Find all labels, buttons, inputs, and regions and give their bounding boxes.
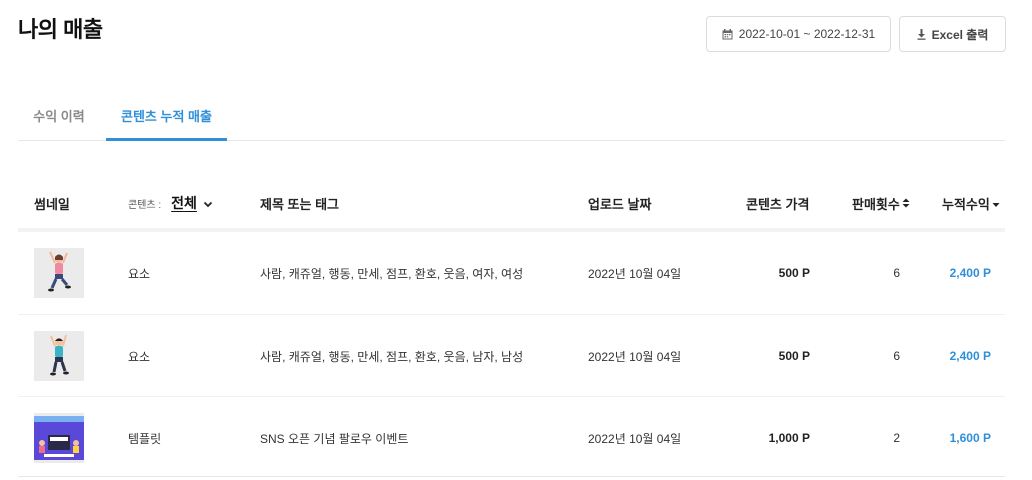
tab-bar: 수익 이력 콘텐츠 누적 매출 [18,90,1005,141]
content-price: 500 P [778,266,810,280]
sales-table: 썸네일 콘텐츠 : 전체 제목 또는 태그 업로드 날짜 콘텐츠 가격 판매횟수… [18,178,1005,478]
header-price: 콘텐츠 가격 [746,196,810,212]
excel-export-button[interactable]: Excel 출력 [899,16,1006,52]
header-sales-count: 판매횟수 [852,196,900,212]
content-price: 1,000 P [768,431,810,445]
filter-value: 전체 [171,195,197,211]
table-row[interactable]: 요소 사람, 캐쥬얼, 행동, 만세, 점프, 환호, 웃음, 여자, 여성 2… [18,232,1005,314]
content-type: 템플릿 [128,431,162,446]
table-bottom-divider [18,476,1005,477]
tab-revenue-history[interactable]: 수익 이력 [18,90,100,140]
woman-jumping-illustration [34,248,84,298]
date-range-button[interactable]: 2022-10-01 ~ 2022-12-31 [706,16,891,52]
table-body: 요소 사람, 캐쥬얼, 행동, 만세, 점프, 환호, 웃음, 여자, 여성 2… [18,228,1005,478]
cumulative-revenue: 1,600 P [949,431,991,445]
date-range-label: 2022-10-01 ~ 2022-12-31 [738,27,876,41]
cumulative-revenue: 2,400 P [949,349,991,363]
active-tab-indicator [106,138,227,141]
man-jumping-illustration [34,331,84,381]
upload-date: 2022년 10월 04일 [588,349,682,364]
upload-date: 2022년 10월 04일 [588,266,682,281]
table-header: 썸네일 콘텐츠 : 전체 제목 또는 태그 업로드 날짜 콘텐츠 가격 판매횟수… [18,178,1005,228]
upload-date: 2022년 10월 04일 [588,431,682,446]
cumulative-revenue: 2,400 P [949,266,991,280]
excel-export-label: Excel 출력 [931,27,989,42]
sales-count: 6 [893,266,900,280]
sort-desc-icon [992,196,1000,211]
sales-count: 2 [893,431,900,445]
content-type: 요소 [128,266,151,281]
header-thumbnail: 썸네일 [34,196,70,212]
thumbnail-image[interactable] [34,248,84,298]
page-title: 나의 매출 [18,17,103,42]
header-title-tags: 제목 또는 태그 [260,196,339,212]
tab-content-cumulative-sales[interactable]: 콘텐츠 누적 매출 [106,90,227,140]
sort-icon [902,196,910,211]
filter-label: 콘텐츠 : [128,199,162,211]
thumbnail-image[interactable] [34,331,84,381]
content-title[interactable]: 사람, 캐쥬얼, 행동, 만세, 점프, 환호, 웃음, 여자, 여성 [260,232,523,314]
header-revenue: 누적수익 [942,196,990,212]
table-row[interactable]: 템플릿 SNS 오픈 기념 팔로우 이벤트 2022년 10월 04일 1,00… [18,396,1005,478]
header-upload-date: 업로드 날짜 [588,196,652,212]
sales-count: 6 [893,349,900,363]
download-icon [917,28,926,40]
calendar-icon [722,28,733,40]
content-type-filter[interactable]: 콘텐츠 : 전체 [128,178,213,228]
event-template-illustration [34,413,84,463]
thumbnail-image[interactable] [34,413,84,463]
chevron-down-icon [203,196,213,211]
content-title[interactable]: SNS 오픈 기념 팔로우 이벤트 [260,397,408,479]
content-title[interactable]: 사람, 캐쥬얼, 행동, 만세, 점프, 환호, 웃음, 남자, 남성 [260,315,523,397]
table-row[interactable]: 요소 사람, 캐쥬얼, 행동, 만세, 점프, 환호, 웃음, 남자, 남성 2… [18,314,1005,396]
content-type: 요소 [128,349,151,364]
header-revenue-sort[interactable]: 누적수익 [942,178,1000,228]
content-price: 500 P [778,349,810,363]
header-sales-count-sort[interactable]: 판매횟수 [852,178,910,228]
